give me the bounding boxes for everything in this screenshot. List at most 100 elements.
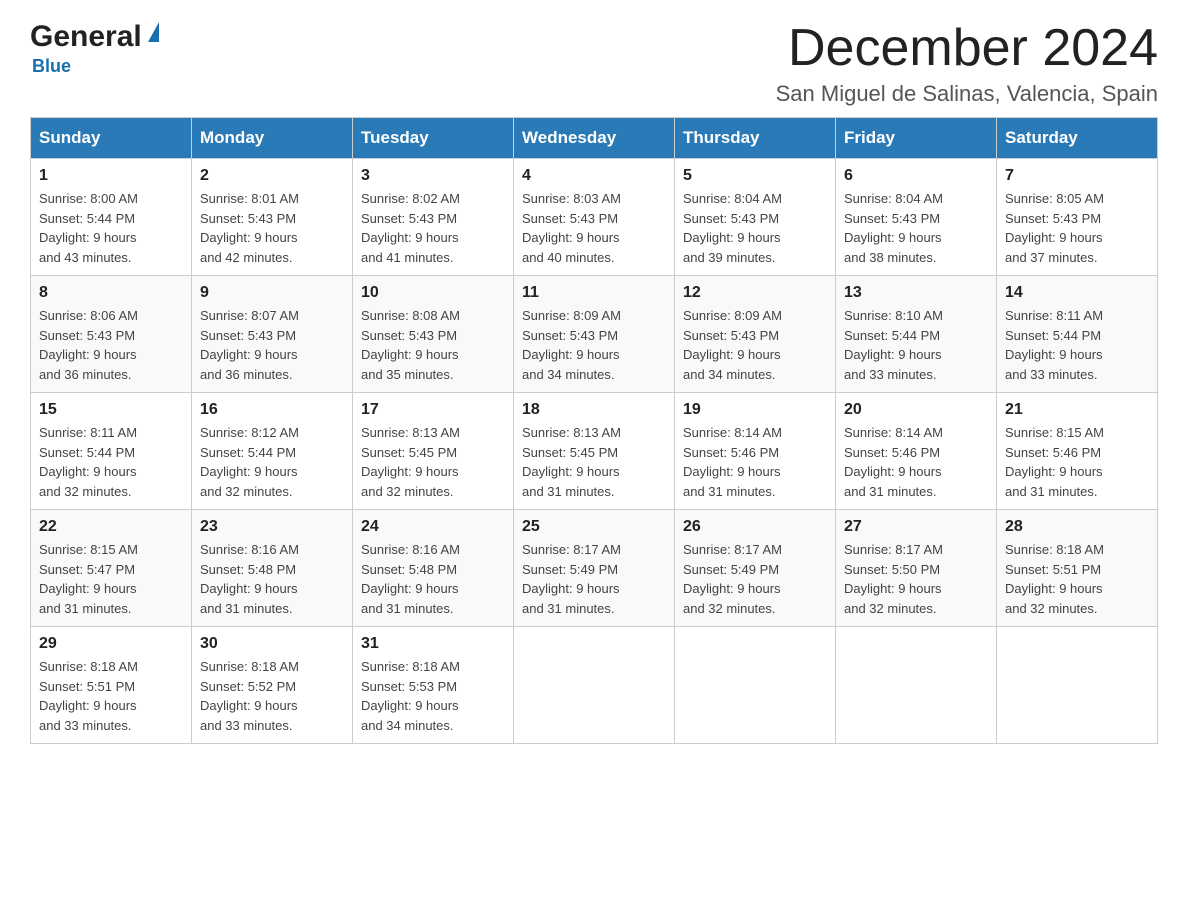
calendar-cell: 21 Sunrise: 8:15 AMSunset: 5:46 PMDayligh… [997, 393, 1158, 510]
day-info: Sunrise: 8:14 AMSunset: 5:46 PMDaylight:… [844, 423, 988, 501]
calendar-cell: 27 Sunrise: 8:17 AMSunset: 5:50 PMDayligh… [836, 510, 997, 627]
day-number: 4 [522, 167, 666, 185]
day-info: Sunrise: 8:01 AMSunset: 5:43 PMDaylight:… [200, 189, 344, 267]
day-number: 29 [39, 635, 183, 653]
day-number: 18 [522, 401, 666, 419]
calendar-cell: 7 Sunrise: 8:05 AMSunset: 5:43 PMDaylight… [997, 159, 1158, 276]
day-number: 31 [361, 635, 505, 653]
col-wednesday: Wednesday [514, 118, 675, 159]
calendar-cell [997, 627, 1158, 744]
day-info: Sunrise: 8:04 AMSunset: 5:43 PMDaylight:… [683, 189, 827, 267]
calendar-week-row: 29Sunrise: 8:18 AMSunset: 5:51 PMDayligh… [31, 627, 1158, 744]
day-number: 26 [683, 518, 827, 536]
calendar-cell [675, 627, 836, 744]
calendar-cell: 24Sunrise: 8:16 AMSunset: 5:48 PMDayligh… [353, 510, 514, 627]
calendar-cell: 22 Sunrise: 8:15 AMSunset: 5:47 PMDayligh… [31, 510, 192, 627]
day-number: 21 [1005, 401, 1149, 419]
calendar-week-row: 8Sunrise: 8:06 AMSunset: 5:43 PMDaylight… [31, 276, 1158, 393]
calendar-week-row: 15 Sunrise: 8:11 AMSunset: 5:44 PMDayligh… [31, 393, 1158, 510]
day-info: Sunrise: 8:11 AMSunset: 5:44 PMDaylight:… [39, 423, 183, 501]
calendar-cell: 20Sunrise: 8:14 AMSunset: 5:46 PMDayligh… [836, 393, 997, 510]
day-info: Sunrise: 8:18 AMSunset: 5:52 PMDaylight:… [200, 657, 344, 735]
day-number: 17 [361, 401, 505, 419]
col-monday: Monday [192, 118, 353, 159]
calendar-cell: 1 Sunrise: 8:00 AMSunset: 5:44 PMDaylight… [31, 159, 192, 276]
location: San Miguel de Salinas, Valencia, Spain [776, 81, 1158, 107]
day-number: 27 [844, 518, 988, 536]
day-info: Sunrise: 8:09 AMSunset: 5:43 PMDaylight:… [522, 306, 666, 384]
day-info: Sunrise: 8:05 AMSunset: 5:43 PMDaylight:… [1005, 189, 1149, 267]
day-info: Sunrise: 8:00 AMSunset: 5:44 PMDaylight:… [39, 189, 183, 267]
day-info: Sunrise: 8:02 AMSunset: 5:43 PMDaylight:… [361, 189, 505, 267]
day-number: 12 [683, 284, 827, 302]
day-number: 23 [200, 518, 344, 536]
calendar-cell: 19 Sunrise: 8:14 AMSunset: 5:46 PMDayligh… [675, 393, 836, 510]
day-number: 30 [200, 635, 344, 653]
calendar-cell: 29Sunrise: 8:18 AMSunset: 5:51 PMDayligh… [31, 627, 192, 744]
day-info: Sunrise: 8:18 AMSunset: 5:53 PMDaylight:… [361, 657, 505, 735]
calendar-cell [514, 627, 675, 744]
day-number: 1 [39, 167, 183, 185]
calendar-cell: 17Sunrise: 8:13 AMSunset: 5:45 PMDayligh… [353, 393, 514, 510]
calendar-cell: 14Sunrise: 8:11 AMSunset: 5:44 PMDayligh… [997, 276, 1158, 393]
page-header: General Blue December 2024 San Miguel de… [30, 20, 1158, 107]
day-number: 14 [1005, 284, 1149, 302]
calendar-cell: 9 Sunrise: 8:07 AMSunset: 5:43 PMDaylight… [192, 276, 353, 393]
calendar-cell: 28 Sunrise: 8:18 AMSunset: 5:51 PMDayligh… [997, 510, 1158, 627]
calendar-cell: 26 Sunrise: 8:17 AMSunset: 5:49 PMDayligh… [675, 510, 836, 627]
day-number: 7 [1005, 167, 1149, 185]
calendar-cell: 15 Sunrise: 8:11 AMSunset: 5:44 PMDayligh… [31, 393, 192, 510]
day-number: 19 [683, 401, 827, 419]
day-number: 6 [844, 167, 988, 185]
day-info: Sunrise: 8:17 AMSunset: 5:50 PMDaylight:… [844, 540, 988, 618]
day-number: 22 [39, 518, 183, 536]
col-tuesday: Tuesday [353, 118, 514, 159]
calendar-week-row: 1 Sunrise: 8:00 AMSunset: 5:44 PMDaylight… [31, 159, 1158, 276]
calendar-cell: 10 Sunrise: 8:08 AMSunset: 5:43 PMDayligh… [353, 276, 514, 393]
day-number: 9 [200, 284, 344, 302]
logo-blue-text: Blue [32, 56, 71, 77]
day-info: Sunrise: 8:14 AMSunset: 5:46 PMDaylight:… [683, 423, 827, 501]
day-number: 5 [683, 167, 827, 185]
day-info: Sunrise: 8:15 AMSunset: 5:46 PMDaylight:… [1005, 423, 1149, 501]
day-info: Sunrise: 8:17 AMSunset: 5:49 PMDaylight:… [683, 540, 827, 618]
day-info: Sunrise: 8:18 AMSunset: 5:51 PMDaylight:… [1005, 540, 1149, 618]
calendar-header-row: Sunday Monday Tuesday Wednesday Thursday… [31, 118, 1158, 159]
day-info: Sunrise: 8:08 AMSunset: 5:43 PMDaylight:… [361, 306, 505, 384]
day-number: 16 [200, 401, 344, 419]
calendar-cell [836, 627, 997, 744]
day-info: Sunrise: 8:16 AMSunset: 5:48 PMDaylight:… [200, 540, 344, 618]
calendar-cell: 30 Sunrise: 8:18 AMSunset: 5:52 PMDayligh… [192, 627, 353, 744]
day-number: 3 [361, 167, 505, 185]
day-number: 25 [522, 518, 666, 536]
logo-triangle-icon [148, 22, 159, 42]
calendar-cell: 25Sunrise: 8:17 AMSunset: 5:49 PMDayligh… [514, 510, 675, 627]
day-info: Sunrise: 8:07 AMSunset: 5:43 PMDaylight:… [200, 306, 344, 384]
col-thursday: Thursday [675, 118, 836, 159]
day-info: Sunrise: 8:15 AMSunset: 5:47 PMDaylight:… [39, 540, 183, 618]
day-number: 15 [39, 401, 183, 419]
day-info: Sunrise: 8:10 AMSunset: 5:44 PMDaylight:… [844, 306, 988, 384]
calendar-cell: 11Sunrise: 8:09 AMSunset: 5:43 PMDayligh… [514, 276, 675, 393]
day-number: 8 [39, 284, 183, 302]
day-number: 28 [1005, 518, 1149, 536]
calendar-cell: 5 Sunrise: 8:04 AMSunset: 5:43 PMDaylight… [675, 159, 836, 276]
calendar-week-row: 22 Sunrise: 8:15 AMSunset: 5:47 PMDayligh… [31, 510, 1158, 627]
calendar-cell: 2 Sunrise: 8:01 AMSunset: 5:43 PMDaylight… [192, 159, 353, 276]
calendar-table: Sunday Monday Tuesday Wednesday Thursday… [30, 117, 1158, 744]
calendar-cell: 13 Sunrise: 8:10 AMSunset: 5:44 PMDayligh… [836, 276, 997, 393]
calendar-cell: 6Sunrise: 8:04 AMSunset: 5:43 PMDaylight… [836, 159, 997, 276]
day-number: 10 [361, 284, 505, 302]
calendar-cell: 18 Sunrise: 8:13 AMSunset: 5:45 PMDayligh… [514, 393, 675, 510]
day-info: Sunrise: 8:12 AMSunset: 5:44 PMDaylight:… [200, 423, 344, 501]
calendar-cell: 16 Sunrise: 8:12 AMSunset: 5:44 PMDayligh… [192, 393, 353, 510]
day-number: 13 [844, 284, 988, 302]
day-number: 24 [361, 518, 505, 536]
title-block: December 2024 San Miguel de Salinas, Val… [776, 20, 1158, 107]
day-info: Sunrise: 8:13 AMSunset: 5:45 PMDaylight:… [522, 423, 666, 501]
logo: General Blue [30, 20, 159, 77]
calendar-cell: 3 Sunrise: 8:02 AMSunset: 5:43 PMDaylight… [353, 159, 514, 276]
day-info: Sunrise: 8:03 AMSunset: 5:43 PMDaylight:… [522, 189, 666, 267]
col-sunday: Sunday [31, 118, 192, 159]
day-number: 2 [200, 167, 344, 185]
